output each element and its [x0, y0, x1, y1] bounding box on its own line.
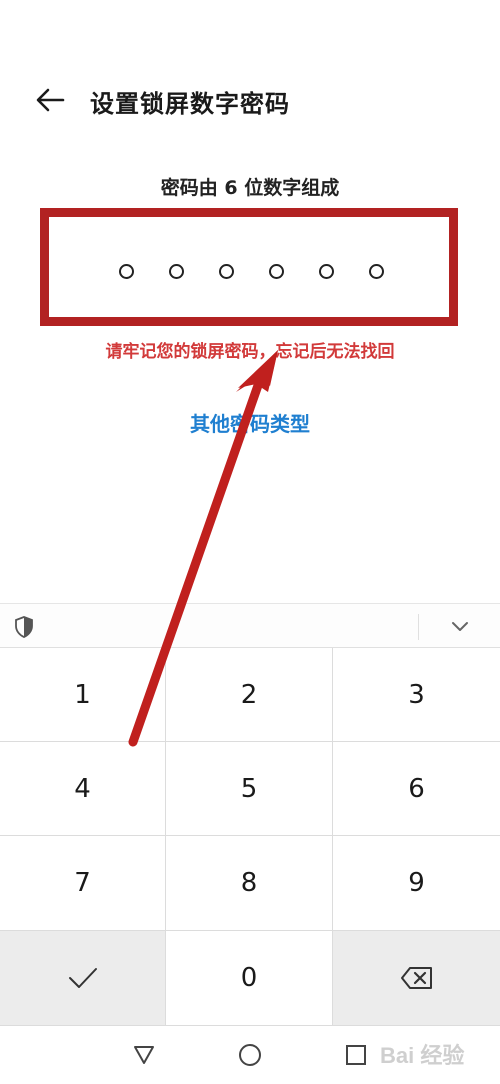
pin-dot [318, 263, 334, 279]
app-header: 设置锁屏数字密码 [0, 70, 500, 130]
key-9[interactable]: 9 [333, 836, 500, 931]
numeric-keypad: 1 2 3 4 5 6 7 8 9 0 [0, 648, 500, 1026]
toolbar-divider [418, 614, 419, 640]
key-1[interactable]: 1 [0, 648, 166, 742]
arrow-left-icon [36, 88, 65, 112]
square-recent-icon [346, 1045, 366, 1065]
pin-dot [368, 263, 384, 279]
pin-hint-text: 密码由 6 位数字组成 [160, 177, 340, 199]
chevron-down-icon [452, 622, 468, 631]
shield-icon [15, 616, 33, 638]
nav-home-button[interactable] [236, 1041, 264, 1069]
pin-dots [49, 217, 449, 317]
confirm-key[interactable] [0, 931, 166, 1026]
nav-back-button[interactable] [130, 1041, 158, 1069]
triangle-back-icon [134, 1046, 154, 1064]
key-4[interactable]: 4 [0, 742, 166, 836]
keyboard-toolbar [0, 603, 500, 648]
key-8[interactable]: 8 [166, 836, 333, 931]
key-2[interactable]: 2 [166, 648, 333, 742]
collapse-keyboard-button[interactable] [446, 614, 474, 640]
delete-key[interactable] [333, 931, 500, 1026]
watermark-text: Bai 经验 [380, 1043, 464, 1068]
checkmark-icon [68, 968, 97, 988]
circle-home-icon [239, 1044, 261, 1066]
baidu-watermark: Bai 经验 [380, 1043, 464, 1068]
page-title: 设置锁屏数字密码 [90, 90, 290, 118]
pin-highlight-box [40, 208, 458, 326]
pin-dot [168, 263, 184, 279]
key-6[interactable]: 6 [333, 742, 500, 836]
key-0[interactable]: 0 [166, 931, 333, 1026]
key-3[interactable]: 3 [333, 648, 500, 742]
pin-dot [268, 263, 284, 279]
nav-recent-button[interactable] [342, 1041, 370, 1069]
key-7[interactable]: 7 [0, 836, 166, 931]
back-button[interactable] [32, 82, 68, 118]
key-5[interactable]: 5 [166, 742, 333, 836]
backspace-icon [400, 967, 432, 989]
pin-dot [118, 263, 134, 279]
pin-dot [218, 263, 234, 279]
warning-text: 请牢记您的锁屏密码，忘记后无法找回 [105, 342, 395, 362]
other-password-type-link[interactable]: 其他密码类型 [0, 408, 500, 437]
